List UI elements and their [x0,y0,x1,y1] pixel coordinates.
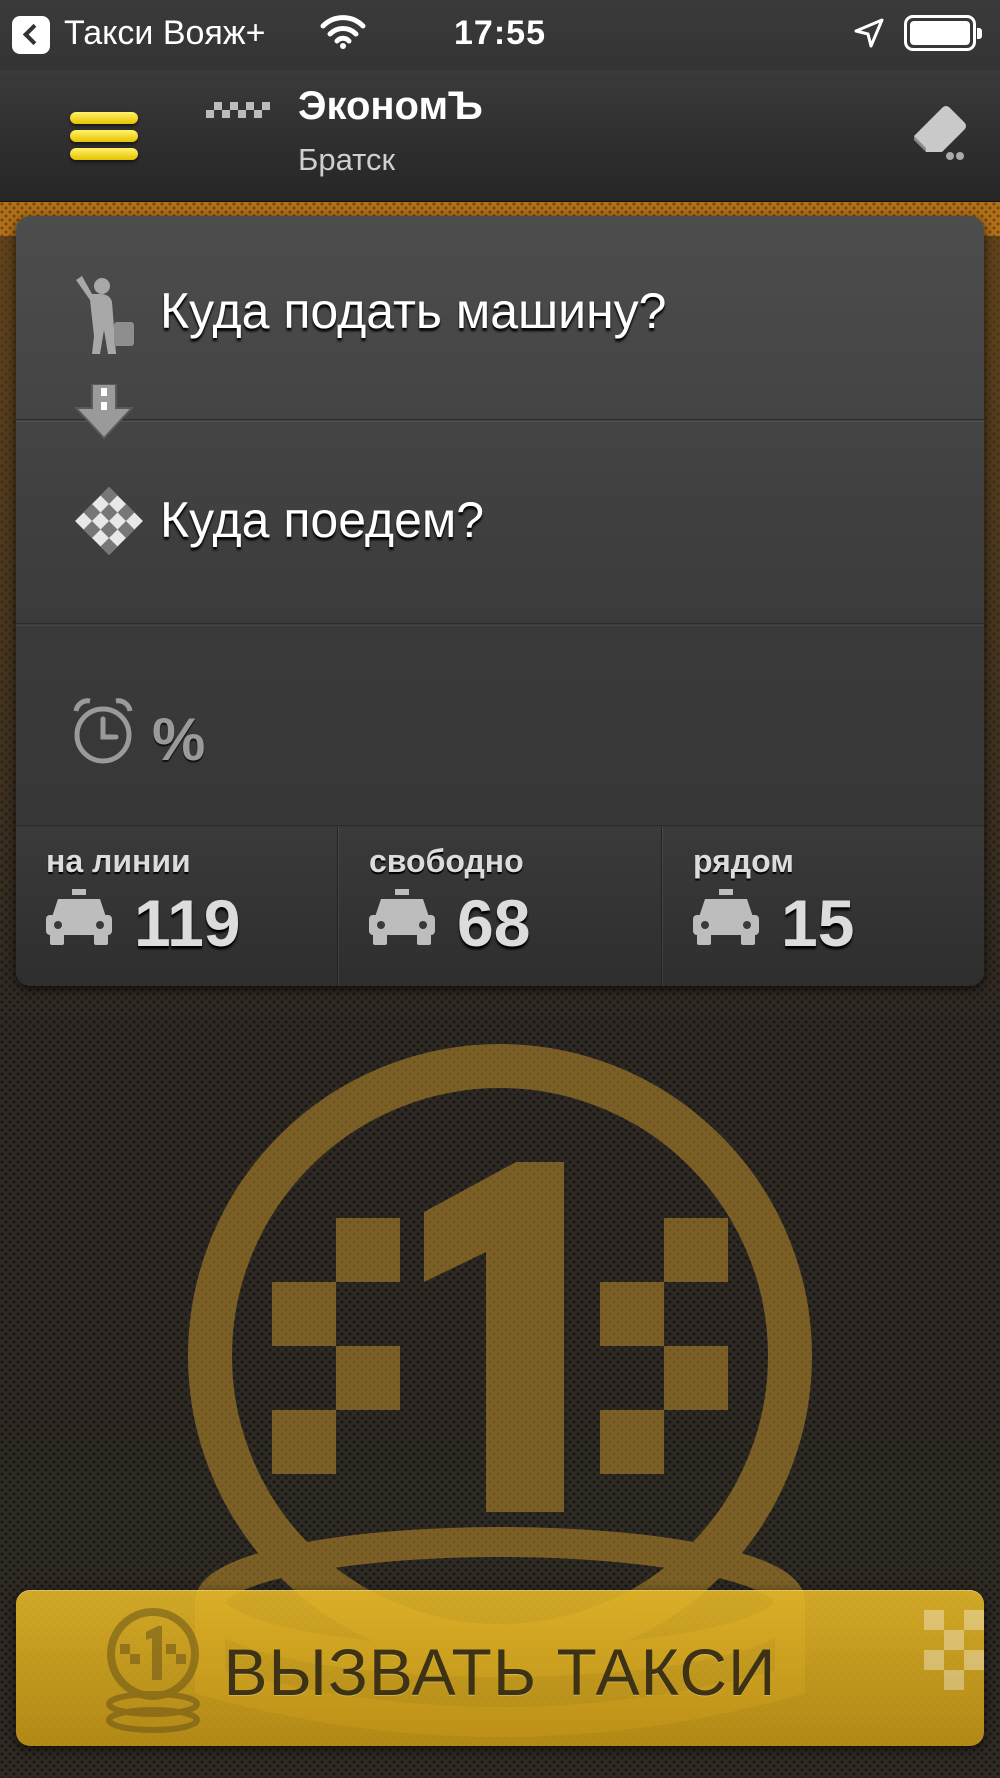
destination-address-field[interactable]: Куда поедем? [160,491,484,549]
city-label[interactable]: Братск [298,142,395,178]
tariff-title[interactable]: ЭкономЪ [298,84,483,129]
stat-value: 68 [457,886,531,960]
stat-free: свободно 68 [339,827,662,986]
stat-label: на линии [46,843,191,879]
pickup-address-field[interactable]: Куда подать машину? [160,282,667,340]
clock: 17:55 [454,14,546,52]
finish-flag-icon [75,487,143,555]
call-taxi-button[interactable]: ВЫЗВАТЬ ТАКСИ [16,1590,984,1746]
hamburger-icon [70,112,138,124]
stat-on-line: на линии 119 [16,827,338,986]
status-bar: Такси Вояж+ 17:55 [0,0,1000,70]
stat-value: 119 [134,886,241,960]
alarm-clock-icon [73,698,133,764]
battery-icon [904,15,982,51]
pickup-address-row[interactable]: Куда подать машину? [16,216,984,420]
passenger-icon [76,276,134,354]
eraser-icon[interactable] [906,96,974,164]
stat-label: рядом [693,843,794,879]
call-taxi-label: ВЫЗВАТЬ ТАКСИ [223,1635,777,1709]
stat-value: 15 [781,886,855,960]
stat-nearby: рядом 15 [663,827,984,986]
taxi-checker-icon [206,102,270,118]
stat-label: свободно [369,843,524,879]
taxi-car-icon [369,889,435,945]
menu-button[interactable] [70,108,144,166]
arrow-down-icon [73,384,135,440]
driver-stats: на линии 119 свободно 68 рядом 15 [16,827,984,986]
taxi-car-icon [693,889,759,945]
order-card: Куда подать машину? Куда поедем? % на ли… [16,216,984,986]
destination-address-row[interactable]: Куда поедем? [16,421,984,624]
taxi-car-icon [46,889,112,945]
discount-symbol[interactable]: % [152,705,205,774]
location-arrow-icon [854,18,884,48]
time-and-discount-row[interactable]: % [16,625,984,826]
navigation-bar: ЭкономЪ Братск [0,70,1000,202]
